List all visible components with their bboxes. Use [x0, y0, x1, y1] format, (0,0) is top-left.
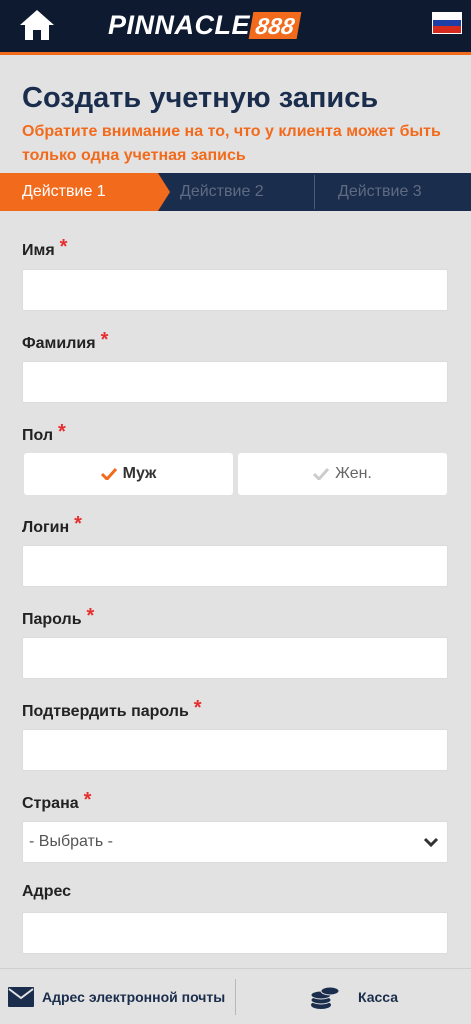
brand-logo[interactable]: PINNACLE 888 — [108, 9, 302, 41]
required-mark: * — [193, 697, 202, 719]
first-name-label: Имя * — [22, 236, 68, 261]
address-label: Адрес — [22, 883, 71, 901]
required-mark: * — [58, 421, 66, 443]
cashier-button[interactable]: Касса — [310, 969, 398, 1024]
country-label: Страна * — [22, 789, 92, 814]
email-contact-button[interactable]: Адрес электронной почты — [8, 969, 225, 1024]
gender-female-label: Жен. — [335, 465, 372, 482]
confirm-password-input[interactable] — [22, 729, 448, 771]
address-label-text: Адрес — [22, 883, 72, 900]
gender-label-text: Пол — [22, 427, 54, 444]
country-select[interactable]: - Выбрать - — [22, 821, 448, 863]
top-header: PINNACLE 888 — [0, 0, 471, 55]
password-label: Пароль * — [22, 605, 95, 630]
step-progress-bar: Действие 1 Действие 2 Действие 3 — [0, 173, 471, 211]
page-title: Создать учетную запись — [22, 82, 379, 114]
step-1: Действие 1 — [0, 173, 170, 211]
confirm-password-label-text: Подтвердить пароль — [22, 703, 189, 720]
address-input[interactable] — [22, 912, 448, 954]
cashier-label: Касса — [358, 989, 399, 1005]
gender-female-button[interactable]: Жен. — [238, 453, 447, 495]
gender-male-label: Муж — [122, 465, 157, 482]
required-mark: * — [59, 236, 68, 258]
last-name-label-text: Фамилия — [22, 335, 96, 352]
header-accent-line — [0, 52, 471, 55]
gender-selector: Муж Жен. — [24, 453, 447, 495]
confirm-password-label: Подтвердить пароль * — [22, 697, 202, 722]
login-label: Логин * — [22, 513, 82, 538]
bottom-divider — [235, 979, 236, 1015]
step-divider — [314, 175, 315, 209]
step-3: Действие 3 — [338, 183, 422, 200]
language-flag-icon[interactable] — [432, 12, 462, 34]
step-2: Действие 2 — [180, 183, 264, 200]
gender-label: Пол * — [22, 421, 66, 446]
last-name-label: Фамилия * — [22, 329, 109, 354]
logo-number: 888 — [248, 11, 302, 39]
coins-icon — [310, 986, 340, 1009]
password-input[interactable] — [22, 637, 448, 679]
page-subtitle: Обратите внимание на то, что у клиента м… — [22, 123, 441, 164]
check-icon — [313, 468, 330, 480]
logo-text: PINNACLE — [108, 9, 251, 40]
email-contact-label: Адрес электронной почты — [42, 989, 226, 1005]
login-input[interactable] — [22, 545, 448, 587]
first-name-label-text: Имя — [22, 242, 55, 259]
last-name-input[interactable] — [22, 361, 448, 403]
check-icon — [100, 468, 117, 480]
gender-male-button[interactable]: Муж — [24, 453, 233, 495]
required-mark: * — [83, 789, 92, 811]
home-icon[interactable] — [18, 8, 56, 42]
first-name-input[interactable] — [22, 269, 448, 311]
envelope-icon — [8, 987, 34, 1007]
country-select-value: - Выбрать - — [29, 833, 113, 850]
required-mark: * — [100, 329, 109, 351]
password-label-text: Пароль — [22, 611, 82, 628]
bottom-bar: Адрес электронной почты Касса — [0, 968, 471, 1024]
country-label-text: Страна — [22, 795, 79, 812]
required-mark: * — [86, 605, 95, 627]
required-mark: * — [74, 513, 82, 535]
login-label-text: Логин — [22, 519, 70, 536]
chevron-down-icon — [423, 837, 439, 848]
